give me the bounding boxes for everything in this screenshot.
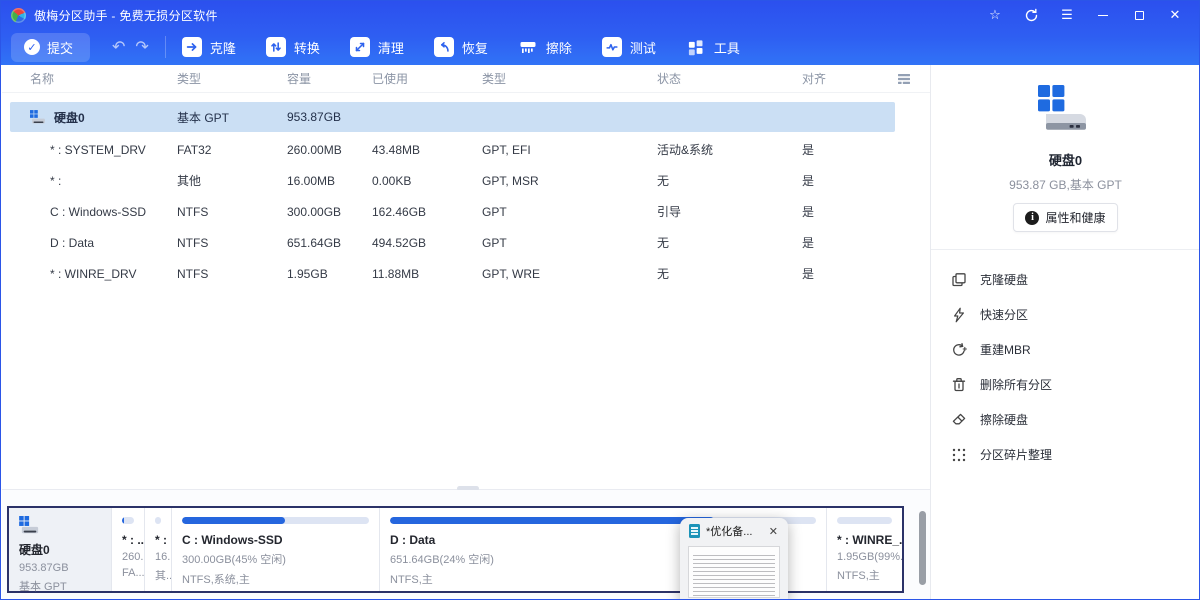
toolbar-button-clean[interactable]: 清理 xyxy=(350,37,404,57)
hard-disk-icon xyxy=(30,110,47,125)
toolbar-button-clone[interactable]: 克隆 xyxy=(182,37,236,57)
partition-segment[interactable]: * : WINRE_... 1.95GB(99%... NTFS,主 xyxy=(827,508,902,591)
maximize-button[interactable] xyxy=(1125,4,1153,26)
table-row-disk0[interactable]: 硬盘0 基本 GPT 953.87GB xyxy=(10,102,895,132)
window-controls: ☆ ☰ ✕ xyxy=(981,4,1189,26)
disk-name: 硬盘0 xyxy=(54,109,85,126)
strip-disk-name: 硬盘0 xyxy=(19,541,111,558)
action-defrag[interactable]: 分区碎片整理 xyxy=(951,437,1200,472)
clone-icon xyxy=(182,37,202,57)
recover-icon xyxy=(434,37,454,57)
popup-close-icon[interactable]: ✕ xyxy=(766,523,781,540)
toolbar-label: 清理 xyxy=(378,38,404,57)
info-icon: i xyxy=(1025,211,1039,225)
toolbar-separator xyxy=(165,36,166,58)
close-button[interactable]: ✕ xyxy=(1161,4,1189,26)
hard-disk-large-icon xyxy=(1038,120,1094,137)
col-capacity[interactable]: 容量 xyxy=(287,70,372,87)
disk-type: 基本 GPT xyxy=(177,109,287,126)
partition-segment[interactable]: * : ... 260... FA... xyxy=(112,508,145,591)
hard-disk-icon xyxy=(19,516,111,535)
right-sidebar: 硬盘0 953.87 GB,基本 GPT i 属性和健康 克隆硬盘 xyxy=(930,65,1200,600)
submit-label: 提交 xyxy=(47,38,73,57)
rebuild-mbr-icon xyxy=(951,342,967,358)
erase-icon xyxy=(518,37,538,57)
sidebar-disk-name: 硬盘0 xyxy=(931,150,1200,169)
strip-disk-type: 基本 GPT xyxy=(19,578,111,594)
action-delete-all-partitions[interactable]: 删除所有分区 xyxy=(951,367,1200,402)
partition-table: 名称 类型 容量 已使用 类型 状态 对齐 xyxy=(2,65,930,489)
popup-title: *优化备... xyxy=(706,523,760,539)
table-header: 名称 类型 容量 已使用 类型 状态 对齐 xyxy=(2,65,930,93)
defrag-icon xyxy=(951,447,967,463)
app-window: 傲梅分区助手 - 免费无损分区软件 ☆ ☰ ✕ ✓ 提交 ↶ xyxy=(0,0,1200,600)
toolbar-label: 克隆 xyxy=(210,38,236,57)
partition-segment[interactable]: C : Windows-SSD 300.00GB(45% 空闲) NTFS,系统… xyxy=(172,508,380,591)
table-row[interactable]: * : SYSTEM_DRVFAT32 260.00MB43.48MB GPT,… xyxy=(2,134,930,165)
refresh-icon[interactable] xyxy=(1017,4,1045,26)
toolbar-label: 恢复 xyxy=(462,38,488,57)
app-logo-icon xyxy=(11,8,26,23)
col-type[interactable]: 类型 xyxy=(482,70,657,87)
action-quick-partition[interactable]: 快速分区 xyxy=(951,297,1200,332)
undo-icon[interactable]: ↶ xyxy=(112,37,125,57)
notepad-thumbnail-popup[interactable]: *优化备... ✕ xyxy=(680,518,788,600)
partition-segment[interactable]: * : 16... 其... xyxy=(145,508,172,591)
document-thumbnail[interactable] xyxy=(688,546,780,598)
col-name[interactable]: 名称 xyxy=(30,70,177,87)
action-wipe-disk[interactable]: 擦除硬盘 xyxy=(951,402,1200,437)
table-row[interactable]: C : Windows-SSDNTFS 300.00GB162.46GB GPT… xyxy=(2,196,930,227)
notepad-icon xyxy=(689,524,700,538)
toolbar-label: 测试 xyxy=(630,38,656,57)
wipe-disk-icon xyxy=(951,412,967,428)
quick-partition-icon xyxy=(951,307,967,323)
delete-partitions-icon xyxy=(951,377,967,393)
properties-label: 属性和健康 xyxy=(1045,209,1105,226)
table-row[interactable]: * :其他 16.00MB0.00KB GPT, MSR无 是 xyxy=(2,165,930,196)
col-fs[interactable]: 类型 xyxy=(177,70,287,87)
redo-icon[interactable]: ↷ xyxy=(135,37,148,57)
menu-icon[interactable]: ☰ xyxy=(1053,4,1081,26)
disk0-strip-header[interactable]: 硬盘0 953.87GB 基本 GPT xyxy=(9,508,112,591)
minimize-button[interactable] xyxy=(1089,4,1117,26)
column-settings-icon[interactable] xyxy=(896,71,912,90)
disk-capacity: 953.87GB xyxy=(287,110,372,124)
submit-button[interactable]: ✓ 提交 xyxy=(11,33,90,62)
toolbar-label: 工具 xyxy=(714,38,740,57)
toolbar-button-recover[interactable]: 恢复 xyxy=(434,37,488,57)
toolbar-label: 转换 xyxy=(294,38,320,57)
header-bar: 傲梅分区助手 - 免费无损分区软件 ☆ ☰ ✕ ✓ 提交 ↶ xyxy=(1,1,1199,65)
disk-overview-panel: 硬盘0 953.87GB 基本 GPT * : ... 260... FA...… xyxy=(2,490,930,600)
check-icon: ✓ xyxy=(24,39,40,55)
toolbar: ✓ 提交 ↶ ↷ 克隆 转换 xyxy=(1,29,1199,65)
toolbar-button-tools[interactable]: 工具 xyxy=(686,37,740,57)
action-rebuild-mbr[interactable]: 重建MBR xyxy=(951,332,1200,367)
toolbar-button-erase[interactable]: 擦除 xyxy=(518,37,572,57)
window-title: 傲梅分区助手 - 免费无损分区软件 xyxy=(34,7,218,24)
test-icon xyxy=(602,37,622,57)
col-aligned[interactable]: 对齐 xyxy=(802,70,902,87)
favorite-icon[interactable]: ☆ xyxy=(981,4,1009,26)
sidebar-disk-spec: 953.87 GB,基本 GPT xyxy=(931,176,1200,193)
toolbar-label: 擦除 xyxy=(546,38,572,57)
table-row[interactable]: * : WINRE_DRVNTFS 1.95GB11.88MB GPT, WRE… xyxy=(2,258,930,289)
clean-icon xyxy=(350,37,370,57)
col-status[interactable]: 状态 xyxy=(657,70,802,87)
scrollbar-thumb[interactable] xyxy=(919,511,926,585)
toolbar-button-test[interactable]: 测试 xyxy=(602,37,656,57)
action-clone-disk[interactable]: 克隆硬盘 xyxy=(951,262,1200,297)
toolbar-button-convert[interactable]: 转换 xyxy=(266,37,320,57)
strip-disk-size: 953.87GB xyxy=(19,562,111,574)
col-used[interactable]: 已使用 xyxy=(372,70,482,87)
tools-icon xyxy=(686,37,706,57)
properties-health-button[interactable]: i 属性和健康 xyxy=(1013,203,1117,232)
clone-disk-icon xyxy=(951,272,967,288)
title-bar: 傲梅分区助手 - 免费无损分区软件 ☆ ☰ ✕ xyxy=(1,1,1199,29)
convert-icon xyxy=(266,37,286,57)
table-row[interactable]: D : DataNTFS 651.64GB494.52GB GPT无 是 xyxy=(2,227,930,258)
